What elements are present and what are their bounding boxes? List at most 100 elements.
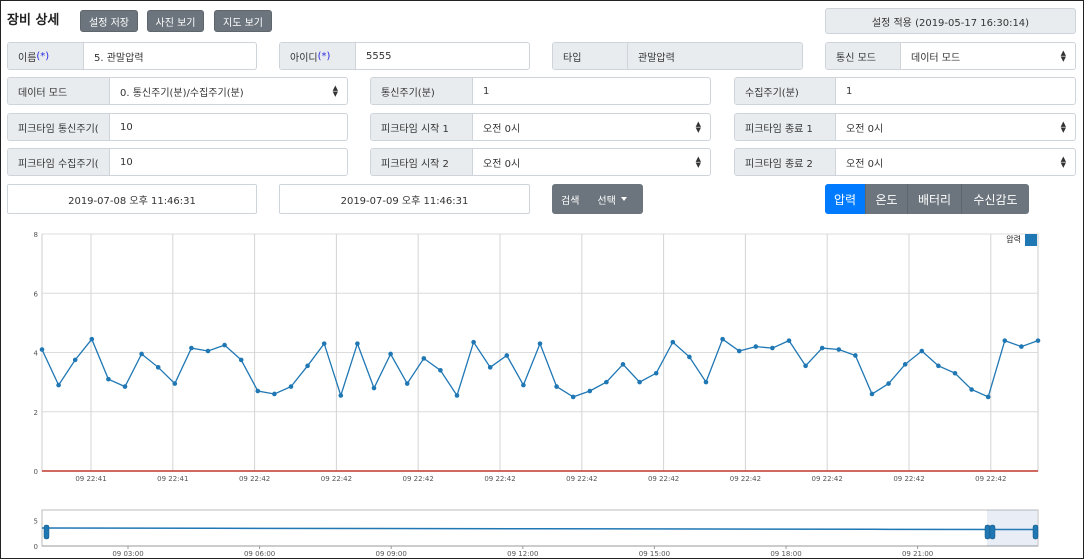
navigator-chart: 0 5 09 03:00 09 06:00 09 09:00 09 12:00 09 15:… [34, 509, 1039, 557]
view-photo-button[interactable]: 사진 보기 [147, 10, 204, 32]
data-point [537, 341, 543, 346]
data-point [272, 391, 277, 397]
data-point [205, 348, 211, 354]
nav-x-tick-label: 09 03:00 [112, 550, 143, 557]
navigator-handle[interactable] [43, 524, 50, 540]
data-point [670, 339, 676, 345]
comm-period-input[interactable]: 1 [473, 78, 710, 104]
navigator-handle[interactable] [989, 524, 996, 540]
data-point [886, 381, 891, 386]
data-point [653, 370, 659, 376]
data-point [89, 336, 95, 342]
data-point [255, 388, 261, 394]
end-date-input[interactable]: 2019-07-09 오후 11:46:31 [279, 184, 530, 214]
data-mode-label: 데이터 모드 [8, 78, 110, 104]
pressure-chart: 0 2 4 6 8 09 22:41 09 22:41 09 22:42 09 22:42 09 … [34, 231, 1041, 483]
save-settings-button[interactable]: 설정 저장 [80, 10, 138, 32]
select-dropdown-button[interactable]: 선택 [588, 184, 635, 214]
name-label: 이름 (*) [8, 43, 84, 69]
comm-mode-field: 통신 모드 데이터 모드 ▲ ▼ [825, 42, 1076, 70]
data-point [637, 379, 642, 385]
type-field: 타입 관말압력 [552, 42, 803, 70]
collect-period-label: 수집주기(분) [735, 78, 836, 104]
tab-pressure[interactable]: 압력 [825, 184, 866, 214]
data-point [819, 345, 825, 351]
data-mode-field: 데이터 모드 0. 통신주기(분)/수집주기(분) ▲ ▼ [7, 77, 348, 105]
tab-temperature[interactable]: 온도 [866, 184, 908, 214]
peak-collect-label: 피크타임 수집주기( [8, 149, 110, 175]
data-point [355, 341, 360, 346]
nav-x-tick-label: 09 18:00 [770, 550, 801, 557]
peak-end2-field: 피크타임 종료 2 오전 0시 ▲ ▼ [734, 148, 1076, 176]
comm-mode-select[interactable]: 데이터 모드 ▲ ▼ [901, 43, 1075, 69]
navigator-handle[interactable] [1032, 524, 1039, 540]
name-input[interactable]: 5. 관말압력 [84, 43, 256, 69]
nav-y-tick-label: 5 [34, 517, 38, 525]
nav-x-tick-label: 09 15:00 [639, 550, 670, 557]
peak-collect-input[interactable]: 10 [110, 149, 347, 175]
select-caret-icon: ▲ ▼ [1060, 49, 1066, 63]
y-tick-label: 2 [34, 409, 38, 417]
data-point [786, 338, 792, 343]
comm-period-label: 통신주기(분) [371, 78, 473, 104]
x-tick-label: 09 22:42 [403, 475, 434, 483]
data-point [687, 354, 692, 360]
comm-mode-label: 통신 모드 [826, 43, 901, 69]
data-point [952, 370, 958, 376]
data-point [421, 356, 427, 361]
search-button[interactable]: 검색 [552, 184, 588, 214]
id-input[interactable]: 5555 [356, 43, 529, 69]
view-map-button[interactable]: 지도 보기 [214, 10, 272, 32]
tab-battery[interactable]: 배터리 [908, 184, 962, 214]
peak-comm-label: 피크타임 통신주기( [8, 114, 110, 140]
peak-comm-input[interactable]: 10 [110, 114, 347, 140]
start-date-input[interactable]: 2019-07-08 오후 11:46:31 [7, 184, 257, 214]
x-tick-label: 09 22:42 [484, 475, 515, 483]
x-tick-label: 09 22:42 [730, 475, 761, 483]
data-mode-select[interactable]: 0. 통신주기(분)/수집주기(분) ▲ ▼ [110, 78, 347, 104]
peak-end2-label: 피크타임 종료 2 [735, 149, 836, 175]
data-point [305, 363, 310, 369]
data-point [189, 345, 194, 351]
data-point [1002, 338, 1008, 343]
peak-start2-label: 피크타임 시작 2 [371, 149, 473, 175]
data-point [338, 393, 344, 398]
nav-x-tick-label: 09 09:00 [376, 550, 407, 557]
nav-x-tick-label: 09 12:00 [507, 550, 538, 557]
apply-settings-button[interactable]: 설정 적용 (2019-05-17 16:30:14) [825, 8, 1076, 34]
data-point [1035, 338, 1041, 343]
data-point [56, 382, 61, 388]
x-tick-label: 09 22:42 [566, 475, 597, 483]
data-point [39, 347, 45, 352]
peak-start1-select[interactable]: 오전 0시 ▲ ▼ [473, 114, 710, 140]
peak-end2-select[interactable]: 오전 0시 ▲ ▼ [836, 149, 1075, 175]
data-point [902, 362, 908, 367]
data-point [388, 351, 393, 357]
data-point [869, 391, 875, 397]
peak-start2-select[interactable]: 오전 0시 ▲ ▼ [473, 149, 710, 175]
peak-end1-select[interactable]: 오전 0시 ▲ ▼ [836, 114, 1075, 140]
select-caret-icon: ▲ ▼ [695, 155, 701, 169]
type-input: 관말압력 [628, 43, 802, 69]
data-point [139, 351, 144, 357]
data-point [122, 384, 128, 389]
navigator-handle[interactable] [984, 524, 991, 540]
peak-comm-field: 피크타임 통신주기( 10 [7, 113, 348, 141]
peak-end1-label: 피크타임 종료 1 [735, 114, 836, 140]
x-tick-label: 09 22:41 [75, 475, 106, 483]
data-point [836, 347, 842, 352]
collect-period-input[interactable]: 1 [836, 78, 1075, 104]
data-point [703, 379, 709, 385]
tab-signal-strength[interactable]: 수신감도 [962, 184, 1029, 214]
x-tick-label: 09 22:41 [157, 475, 188, 483]
data-point [438, 367, 443, 373]
data-point [620, 362, 626, 367]
search-button-group: 검색 선택 [552, 184, 643, 214]
data-point [753, 344, 759, 349]
peak-start1-field: 피크타임 시작 1 오전 0시 ▲ ▼ [370, 113, 711, 141]
data-point [985, 394, 991, 400]
y-tick-label: 4 [34, 350, 39, 358]
data-point [288, 384, 294, 389]
select-caret-icon: ▲ ▼ [332, 84, 338, 98]
data-point [736, 348, 742, 354]
